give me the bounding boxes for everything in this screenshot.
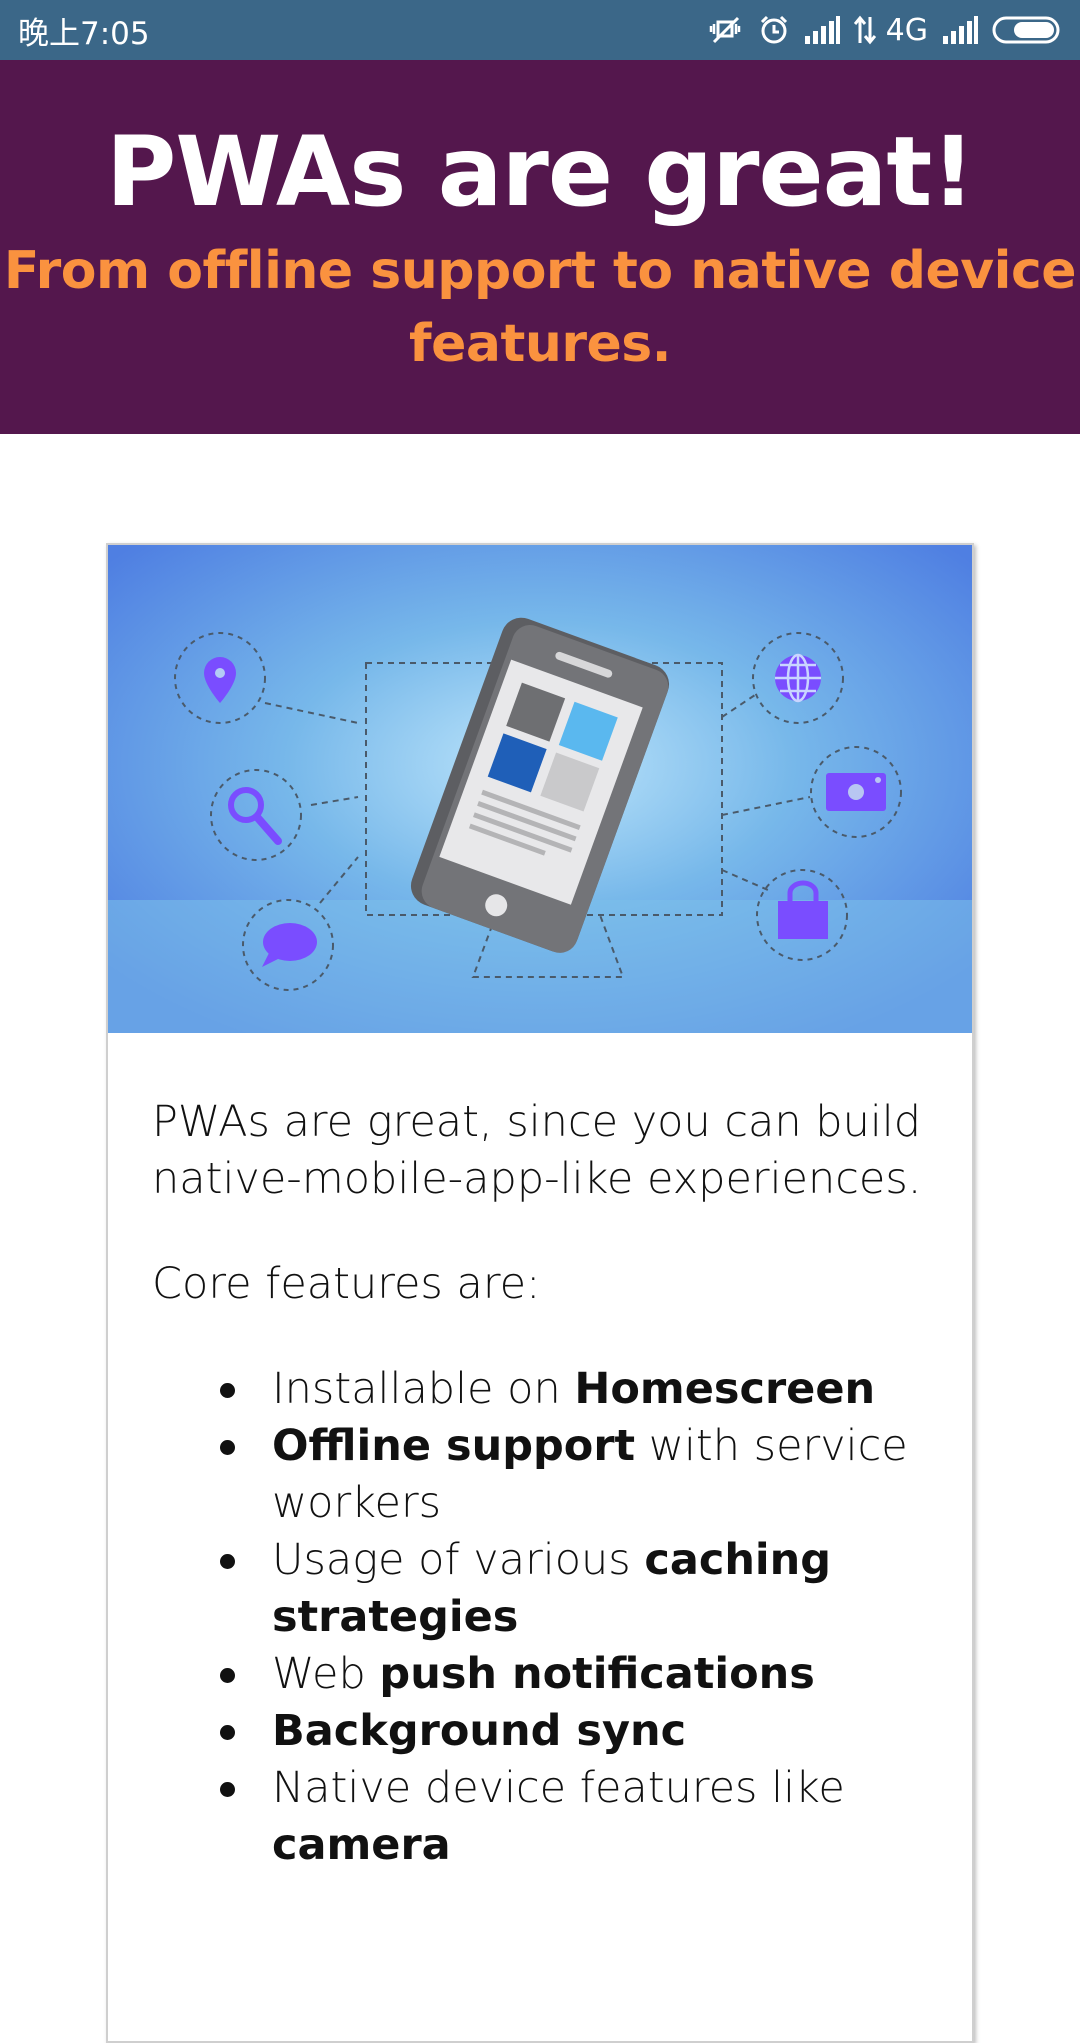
signal-icon	[943, 16, 978, 44]
hero-header: PWAs are great! From offline support to …	[0, 60, 1080, 434]
feature-list: Installable on Homescreen Offline suppor…	[152, 1361, 942, 1874]
page-title: PWAs are great!	[105, 116, 975, 228]
intro-text: PWAs are great, since you can build nati…	[152, 1097, 922, 1204]
card-body: PWAs are great, since you can build nati…	[152, 1094, 942, 1874]
network-type: 4G	[885, 12, 928, 48]
status-icons: 4G	[708, 13, 1064, 48]
core-features-label: Core features are:	[152, 1259, 541, 1309]
page-subtitle: From offline support to native device fe…	[3, 241, 1077, 374]
status-time: 晚上7:05	[18, 15, 150, 52]
signal-icon	[804, 16, 840, 44]
pwa-illustration	[108, 545, 972, 1033]
status-bar: 晚上7:05 4G	[0, 0, 1080, 60]
vibrate-off-icon	[709, 16, 740, 44]
list-item: Usage of various caching strategies	[220, 1532, 942, 1646]
alarm-icon	[760, 15, 787, 44]
battery-icon	[992, 16, 1060, 44]
list-item: Installable on Homescreen	[220, 1361, 942, 1418]
list-item: Web push notifications	[220, 1646, 942, 1703]
data-arrows-icon	[853, 15, 876, 45]
list-item: Native device features like camera	[220, 1760, 942, 1874]
list-item: Background sync	[220, 1703, 942, 1760]
list-item: Offline support with service workers	[220, 1418, 942, 1532]
content-card: PWAs are great, since you can build nati…	[106, 543, 974, 2043]
